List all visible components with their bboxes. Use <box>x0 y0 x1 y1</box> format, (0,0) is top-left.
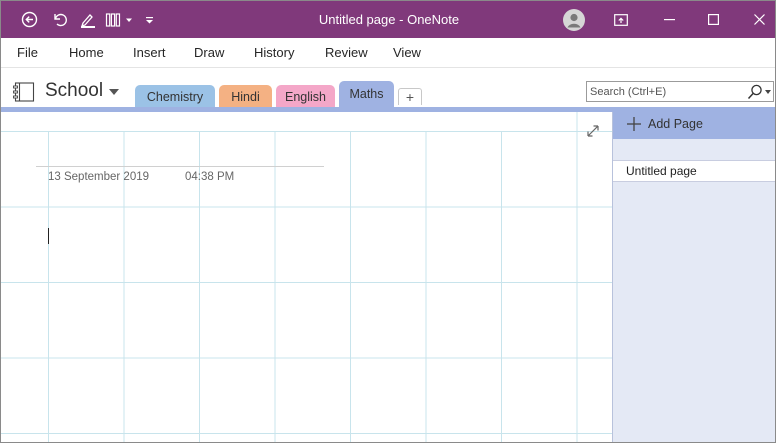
menu-view[interactable]: View <box>393 38 421 68</box>
chevron-down-icon <box>126 18 132 22</box>
full-page-view-button[interactable] <box>605 1 637 38</box>
page-list-pane: Add Page Untitled page <box>612 112 775 442</box>
back-icon <box>21 11 37 28</box>
maximize-button[interactable] <box>697 1 729 38</box>
minimize-icon <box>663 19 675 21</box>
page-time: 04:38 PM <box>185 171 235 183</box>
maximize-icon <box>707 14 719 25</box>
customize-toolbar-button[interactable] <box>142 1 156 38</box>
notebook-dropdown-icon[interactable] <box>109 89 119 95</box>
add-section-button[interactable]: + <box>398 88 422 105</box>
app-name: OneNote <box>407 12 460 27</box>
search-scope-dropdown-icon[interactable] <box>765 90 771 94</box>
page-title-text: Untitled page <box>318 12 396 27</box>
search-box <box>586 81 774 102</box>
back-button[interactable] <box>15 1 43 38</box>
pen-button[interactable] <box>75 1 101 38</box>
view-options-dropdown[interactable] <box>123 1 135 38</box>
page-title-line[interactable] <box>36 166 324 167</box>
minimize-button[interactable] <box>653 1 685 38</box>
add-page-button[interactable]: Add Page <box>613 112 775 139</box>
menu-history[interactable]: History <box>254 38 294 68</box>
title-separator: - <box>399 12 404 27</box>
notebook-name[interactable]: School <box>45 80 103 102</box>
restore-icon <box>614 13 628 26</box>
canvas-top-margin <box>1 112 576 131</box>
add-page-label: Add Page <box>648 117 703 131</box>
page-date: 13 September 2019 <box>48 171 150 183</box>
account-button[interactable] <box>560 1 588 38</box>
expand-icon[interactable] <box>586 124 600 143</box>
section-tab-hindi[interactable]: Hindi <box>219 85 272 109</box>
onenote-window: Untitled page - OneNote File Home Insert… <box>0 0 776 443</box>
section-tab-english[interactable]: English <box>276 85 335 109</box>
section-tab-chemistry[interactable]: Chemistry <box>135 85 215 109</box>
ribbon-tabs: File Home Insert Draw History Review Vie… <box>1 38 775 68</box>
menu-home[interactable]: Home <box>69 38 104 68</box>
page-list-item-label: Untitled page <box>626 164 697 178</box>
page-list-item[interactable]: Untitled page <box>613 160 775 182</box>
menu-review[interactable]: Review <box>325 38 368 68</box>
text-cursor <box>48 228 49 244</box>
close-icon <box>753 14 765 25</box>
plus-icon <box>627 117 641 136</box>
search-input[interactable] <box>590 84 740 99</box>
undo-button[interactable] <box>45 1 73 38</box>
notebook-icon[interactable] <box>13 82 35 102</box>
page-canvas[interactable]: 13 September 2019 04:38 PM <box>1 112 612 442</box>
close-button[interactable] <box>743 1 775 38</box>
search-icon[interactable] <box>747 84 763 105</box>
section-tab-maths[interactable]: Maths <box>339 81 394 109</box>
title-bar: Untitled page - OneNote <box>1 1 775 38</box>
menu-insert[interactable]: Insert <box>133 38 166 68</box>
customize-icon <box>145 16 153 23</box>
undo-icon <box>53 13 67 27</box>
pen-icon <box>80 13 95 28</box>
menu-file[interactable]: File <box>17 38 38 68</box>
account-icon <box>563 8 585 31</box>
menu-draw[interactable]: Draw <box>194 38 224 68</box>
grid-icon <box>105 12 121 27</box>
view-options-button[interactable] <box>103 1 123 38</box>
